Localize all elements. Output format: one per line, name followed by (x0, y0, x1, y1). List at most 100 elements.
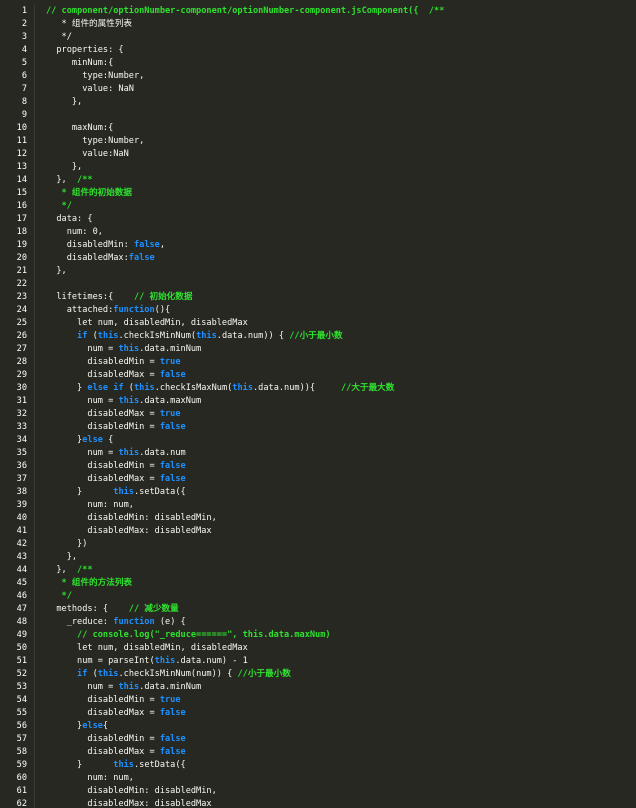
code-line[interactable]: 1 // component/optionNumber-component/opt… (0, 5, 636, 18)
code-token: attached: (46, 305, 114, 315)
code-line[interactable]: 55 disabledMax = false (0, 707, 636, 720)
code-editor[interactable]: 1 // component/optionNumber-component/opt… (0, 0, 636, 808)
line-number: 11 (16, 136, 27, 146)
code-line[interactable]: 54 disabledMin = true (0, 694, 636, 707)
line-number: 54 (16, 695, 27, 705)
code-line[interactable]: 7 value: NaN (0, 83, 636, 96)
code-line[interactable]: 43 }, (0, 551, 636, 564)
keyword-token: false (159, 461, 186, 471)
line-number: 53 (16, 682, 27, 692)
code-line[interactable]: 39 num: num, (0, 499, 636, 512)
code-line[interactable]: 6 type:Number, (0, 70, 636, 83)
keyword-token: if (77, 669, 88, 679)
code-line[interactable]: 17 data: { (0, 213, 636, 226)
code-line[interactable]: 32 disabledMax = true (0, 408, 636, 421)
code-text: methods: { // 减少数量 (35, 603, 179, 616)
code-line[interactable]: 15 * 组件的初始数据 (0, 187, 636, 200)
code-line[interactable]: 23 lifetimes:{ // 初始化数据 (0, 291, 636, 304)
code-line[interactable]: 9 (0, 109, 636, 122)
line-number: 26 (16, 331, 27, 341)
code-line[interactable]: 33 disabledMin = false (0, 421, 636, 434)
code-text: disabledMin = true (35, 356, 180, 369)
comment-token: */ (46, 201, 72, 211)
keyword-token: false (159, 734, 186, 744)
code-text: maxNum:{ (35, 122, 113, 135)
code-line[interactable]: 13 }, (0, 161, 636, 174)
code-line[interactable]: 8 }, (0, 96, 636, 109)
code-line[interactable]: 45 * 组件的方法列表 (0, 577, 636, 590)
code-line[interactable]: 19 disabledMin: false, (0, 239, 636, 252)
code-line[interactable]: 26 if (this.checkIsMinNum(this.data.num)… (0, 330, 636, 343)
code-line[interactable]: 3 */ (0, 31, 636, 44)
code-line[interactable]: 57 disabledMin = false (0, 733, 636, 746)
code-line[interactable]: 2 * 组件的属性列表 (0, 18, 636, 31)
code-line[interactable]: 21 }, (0, 265, 636, 278)
code-line[interactable]: 44 }, /** (0, 564, 636, 577)
code-line[interactable]: 31 num = this.data.maxNum (0, 395, 636, 408)
code-line[interactable]: 47 methods: { // 减少数量 (0, 603, 636, 616)
line-number: 27 (16, 344, 27, 354)
code-line[interactable]: 42 }) (0, 538, 636, 551)
code-token: num = parseInt( (46, 656, 155, 666)
code-line[interactable]: 62 disabledMax: disabledMax (0, 798, 636, 808)
comment-token: */ (46, 591, 72, 601)
line-number: 30 (16, 383, 27, 393)
code-line[interactable]: 30 } else if (this.checkIsMaxNum(this.da… (0, 382, 636, 395)
keyword-token: this (113, 487, 134, 497)
code-line[interactable]: 10 maxNum:{ (0, 122, 636, 135)
code-line[interactable]: 35 num = this.data.num (0, 447, 636, 460)
code-line[interactable]: 5 minNum:{ (0, 57, 636, 70)
code-line[interactable]: 38 } this.setData({ (0, 486, 636, 499)
line-number: 32 (16, 409, 27, 419)
code-line[interactable]: 58 disabledMax = false (0, 746, 636, 759)
line-number: 23 (16, 292, 27, 302)
code-text: _reduce: function (e) { (35, 616, 186, 629)
code-line[interactable]: 40 disabledMin: disabledMin, (0, 512, 636, 525)
code-line[interactable]: 14 }, /** (0, 174, 636, 187)
code-line[interactable]: 60 num: num, (0, 772, 636, 785)
code-line[interactable]: 61 disabledMin: disabledMin, (0, 785, 636, 798)
code-line[interactable]: 34 }else { (0, 434, 636, 447)
code-token: { (102, 435, 114, 445)
keyword-token: false (159, 708, 186, 718)
code-token: .data.maxNum (139, 396, 202, 406)
code-line[interactable]: 51 num = parseInt(this.data.num) - 1 (0, 655, 636, 668)
code-line[interactable]: 49 // console.log("_reduce======", this.… (0, 629, 636, 642)
code-token: value:NaN (46, 149, 129, 159)
code-line[interactable]: 53 num = this.data.minNum (0, 681, 636, 694)
line-number: 58 (16, 747, 27, 757)
code-line[interactable]: 18 num: 0, (0, 226, 636, 239)
code-line[interactable]: 24 attached:function(){ (0, 304, 636, 317)
code-line[interactable]: 16 */ (0, 200, 636, 213)
code-token: } (46, 435, 83, 445)
code-token: ( (123, 383, 134, 393)
code-token: lifetimes:{ (46, 292, 134, 302)
code-token: disabledMax: disabledMax (46, 799, 212, 808)
code-line[interactable]: 46 */ (0, 590, 636, 603)
code-line[interactable]: 37 disabledMax = false (0, 473, 636, 486)
code-line[interactable]: 27 num = this.data.minNum (0, 343, 636, 356)
code-line[interactable]: 11 type:Number, (0, 135, 636, 148)
code-line[interactable]: 4 properties: { (0, 44, 636, 57)
code-line[interactable]: 56 }else{ (0, 720, 636, 733)
code-line[interactable]: 20 disabledMax:false (0, 252, 636, 265)
code-line[interactable]: 48 _reduce: function (e) { (0, 616, 636, 629)
comment-token: // 减少数量 (128, 604, 179, 614)
code-line[interactable]: 52 if (this.checkIsMinNum(num)) { //小于最小… (0, 668, 636, 681)
code-line[interactable]: 41 disabledMax: disabledMax (0, 525, 636, 538)
line-number: 44 (16, 565, 27, 575)
code-text: minNum:{ (35, 57, 113, 70)
code-line[interactable]: 22 (0, 278, 636, 291)
keyword-token: this (133, 383, 155, 393)
line-number: 52 (16, 669, 27, 679)
code-line[interactable]: 28 disabledMin = true (0, 356, 636, 369)
code-line[interactable]: 50 let num, disabledMin, disabledMax (0, 642, 636, 655)
code-line[interactable]: 36 disabledMin = false (0, 460, 636, 473)
code-line[interactable]: 25 let num, disabledMin, disabledMax (0, 317, 636, 330)
code-line[interactable]: 59 } this.setData({ (0, 759, 636, 772)
code-line[interactable]: 12 value:NaN (0, 148, 636, 161)
line-number: 38 (16, 487, 27, 497)
keyword-token: this (154, 656, 176, 666)
code-token: type:Number, (46, 136, 145, 146)
code-line[interactable]: 29 disabledMax = false (0, 369, 636, 382)
